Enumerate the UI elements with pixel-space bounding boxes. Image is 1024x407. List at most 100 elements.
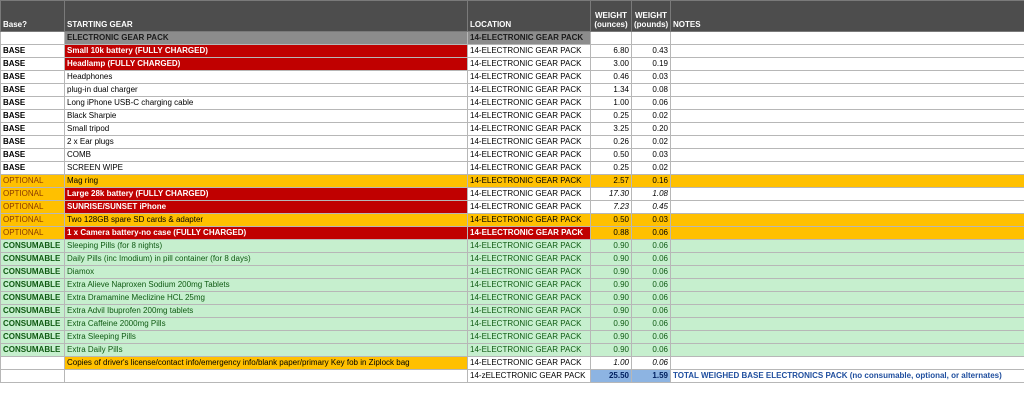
weight-pounds-cell[interactable]: 0.03 <box>631 70 671 84</box>
weight-pounds-cell[interactable]: 0.06 <box>631 343 671 357</box>
weight-ounces-cell[interactable]: 0.50 <box>590 213 632 227</box>
section-lb-cell[interactable] <box>631 31 671 45</box>
gear-item-cell[interactable]: Large 28k battery (FULLY CHARGED) <box>64 187 468 201</box>
gear-item-cell[interactable]: Copies of driver's license/contact info/… <box>64 356 468 370</box>
base-category-cell[interactable]: CONSUMABLE <box>0 291 65 305</box>
location-cell[interactable]: 14-ELECTRONIC GEAR PACK <box>467 148 591 162</box>
base-category-cell[interactable]: OPTIONAL <box>0 213 65 227</box>
base-category-cell[interactable]: CONSUMABLE <box>0 265 65 279</box>
weight-ounces-cell[interactable]: 0.90 <box>590 291 632 305</box>
notes-cell[interactable] <box>670 96 1024 110</box>
header-weight-pounds[interactable]: WEIGHT (pounds) <box>631 0 671 32</box>
notes-cell[interactable] <box>670 213 1024 227</box>
location-cell[interactable]: 14-ELECTRONIC GEAR PACK <box>467 70 591 84</box>
weight-ounces-cell[interactable]: 1.00 <box>590 356 632 370</box>
gear-item-cell[interactable]: Extra Daily Pills <box>64 343 468 357</box>
weight-ounces-cell[interactable]: 0.90 <box>590 343 632 357</box>
weight-ounces-cell[interactable]: 0.25 <box>590 161 632 175</box>
location-cell[interactable]: 14-ELECTRONIC GEAR PACK <box>467 96 591 110</box>
base-category-cell[interactable]: BASE <box>0 161 65 175</box>
weight-pounds-cell[interactable]: 0.19 <box>631 57 671 71</box>
notes-cell[interactable] <box>670 317 1024 331</box>
base-category-cell[interactable] <box>0 356 65 370</box>
notes-cell[interactable] <box>670 356 1024 370</box>
weight-pounds-cell[interactable]: 0.02 <box>631 161 671 175</box>
notes-cell[interactable] <box>670 135 1024 149</box>
gear-item-cell[interactable]: Small 10k battery (FULLY CHARGED) <box>64 44 468 58</box>
weight-ounces-cell[interactable]: 0.90 <box>590 265 632 279</box>
notes-cell[interactable] <box>670 187 1024 201</box>
location-cell[interactable]: 14-ELECTRONIC GEAR PACK <box>467 161 591 175</box>
header-base[interactable]: Base? <box>0 0 65 32</box>
base-category-cell[interactable]: CONSUMABLE <box>0 278 65 292</box>
weight-pounds-cell[interactable]: 0.06 <box>631 278 671 292</box>
gear-item-cell[interactable]: SCREEN WIPE <box>64 161 468 175</box>
location-cell[interactable]: 14-ELECTRONIC GEAR PACK <box>467 291 591 305</box>
base-category-cell[interactable]: BASE <box>0 109 65 123</box>
gear-item-cell[interactable]: Sleeping Pills (for 8 nights) <box>64 239 468 253</box>
gear-item-cell[interactable]: plug-in dual charger <box>64 83 468 97</box>
weight-ounces-cell[interactable]: 0.25 <box>590 109 632 123</box>
location-cell[interactable]: 14-ELECTRONIC GEAR PACK <box>467 200 591 214</box>
header-weight-ounces[interactable]: WEIGHT (ounces) <box>590 0 632 32</box>
notes-cell[interactable] <box>670 252 1024 266</box>
weight-pounds-cell[interactable]: 0.03 <box>631 213 671 227</box>
location-cell[interactable]: 14-ELECTRONIC GEAR PACK <box>467 57 591 71</box>
weight-ounces-cell[interactable]: 0.46 <box>590 70 632 84</box>
gear-item-cell[interactable]: 2 x Ear plugs <box>64 135 468 149</box>
notes-cell[interactable] <box>670 57 1024 71</box>
location-cell[interactable]: 14-ELECTRONIC GEAR PACK <box>467 187 591 201</box>
notes-cell[interactable] <box>670 44 1024 58</box>
section-oz-cell[interactable] <box>590 31 632 45</box>
weight-ounces-cell[interactable]: 0.90 <box>590 278 632 292</box>
weight-ounces-cell[interactable]: 17.30 <box>590 187 632 201</box>
base-category-cell[interactable]: CONSUMABLE <box>0 343 65 357</box>
base-category-cell[interactable]: CONSUMABLE <box>0 304 65 318</box>
base-category-cell[interactable]: CONSUMABLE <box>0 239 65 253</box>
weight-pounds-cell[interactable]: 0.06 <box>631 96 671 110</box>
total-note[interactable]: TOTAL WEIGHED BASE ELECTRONICS PACK (no … <box>670 369 1024 383</box>
weight-ounces-cell[interactable]: 1.00 <box>590 96 632 110</box>
location-cell[interactable]: 14-ELECTRONIC GEAR PACK <box>467 317 591 331</box>
gear-item-cell[interactable]: Headlamp (FULLY CHARGED) <box>64 57 468 71</box>
weight-pounds-cell[interactable]: 0.06 <box>631 239 671 253</box>
notes-cell[interactable] <box>670 200 1024 214</box>
weight-pounds-cell[interactable]: 0.06 <box>631 317 671 331</box>
location-cell[interactable]: 14-ELECTRONIC GEAR PACK <box>467 122 591 136</box>
gear-item-cell[interactable]: Diamox <box>64 265 468 279</box>
total-gear-cell[interactable] <box>64 369 468 383</box>
weight-ounces-cell[interactable]: 6.80 <box>590 44 632 58</box>
weight-pounds-cell[interactable]: 0.43 <box>631 44 671 58</box>
notes-cell[interactable] <box>670 343 1024 357</box>
base-category-cell[interactable]: BASE <box>0 148 65 162</box>
weight-pounds-cell[interactable]: 1.08 <box>631 187 671 201</box>
gear-item-cell[interactable]: Mag ring <box>64 174 468 188</box>
weight-ounces-cell[interactable]: 0.50 <box>590 148 632 162</box>
notes-cell[interactable] <box>670 226 1024 240</box>
notes-cell[interactable] <box>670 122 1024 136</box>
header-location[interactable]: LOCATION <box>467 0 591 32</box>
base-category-cell[interactable]: BASE <box>0 44 65 58</box>
gear-item-cell[interactable]: Extra Advil Ibuprofen 200mg tablets <box>64 304 468 318</box>
notes-cell[interactable] <box>670 70 1024 84</box>
weight-ounces-cell[interactable]: 0.88 <box>590 226 632 240</box>
gear-item-cell[interactable]: Daily Pills (inc Imodium) in pill contai… <box>64 252 468 266</box>
section-title[interactable]: ELECTRONIC GEAR PACK <box>64 31 468 45</box>
notes-cell[interactable] <box>670 278 1024 292</box>
weight-pounds-cell[interactable]: 0.02 <box>631 109 671 123</box>
weight-ounces-cell[interactable]: 0.90 <box>590 252 632 266</box>
weight-pounds-cell[interactable]: 0.06 <box>631 265 671 279</box>
location-cell[interactable]: 14-ELECTRONIC GEAR PACK <box>467 44 591 58</box>
weight-pounds-cell[interactable]: 0.20 <box>631 122 671 136</box>
weight-pounds-cell[interactable]: 0.02 <box>631 135 671 149</box>
base-category-cell[interactable]: BASE <box>0 70 65 84</box>
base-category-cell[interactable]: CONSUMABLE <box>0 330 65 344</box>
base-category-cell[interactable]: OPTIONAL <box>0 187 65 201</box>
weight-pounds-cell[interactable]: 0.06 <box>631 252 671 266</box>
gear-item-cell[interactable]: Black Sharpie <box>64 109 468 123</box>
notes-cell[interactable] <box>670 239 1024 253</box>
weight-ounces-cell[interactable]: 2.57 <box>590 174 632 188</box>
weight-pounds-cell[interactable]: 0.16 <box>631 174 671 188</box>
notes-cell[interactable] <box>670 83 1024 97</box>
weight-ounces-cell[interactable]: 3.25 <box>590 122 632 136</box>
